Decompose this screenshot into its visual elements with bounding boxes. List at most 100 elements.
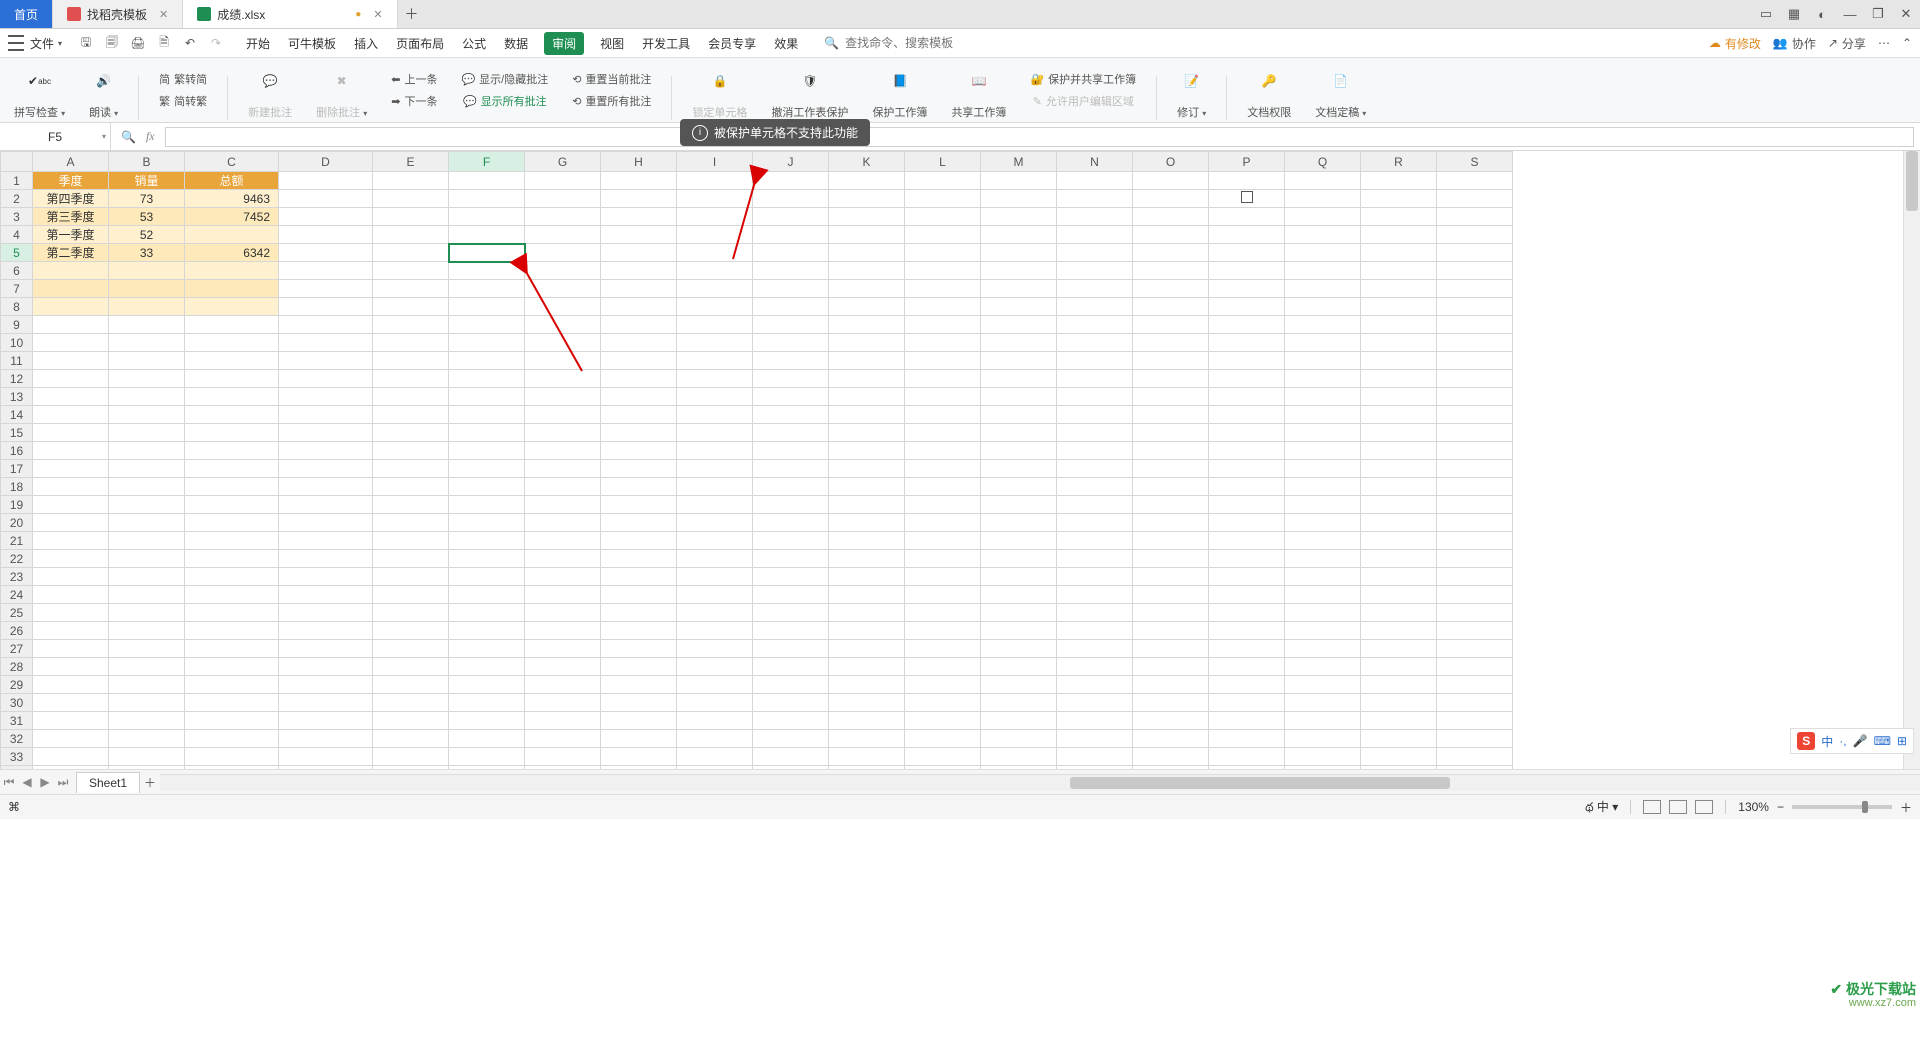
cell-O30[interactable] bbox=[1133, 694, 1209, 712]
cell-P29[interactable] bbox=[1209, 676, 1285, 694]
cell-C4[interactable] bbox=[185, 226, 279, 244]
cell-N20[interactable] bbox=[1057, 514, 1133, 532]
cell-D22[interactable] bbox=[279, 550, 373, 568]
cell-O4[interactable] bbox=[1133, 226, 1209, 244]
cell-A1[interactable]: 季度 bbox=[33, 172, 109, 190]
cell-G17[interactable] bbox=[525, 460, 601, 478]
cell-B11[interactable] bbox=[109, 352, 185, 370]
cell-K10[interactable] bbox=[829, 334, 905, 352]
cell-I23[interactable] bbox=[677, 568, 753, 586]
row-header-14[interactable]: 14 bbox=[1, 406, 33, 424]
cell-H21[interactable] bbox=[601, 532, 677, 550]
cell-P28[interactable] bbox=[1209, 658, 1285, 676]
cell-J16[interactable] bbox=[753, 442, 829, 460]
cell-G9[interactable] bbox=[525, 316, 601, 334]
cell-Q33[interactable] bbox=[1285, 748, 1361, 766]
cell-P21[interactable] bbox=[1209, 532, 1285, 550]
col-header-Q[interactable]: Q bbox=[1285, 152, 1361, 172]
cell-K33[interactable] bbox=[829, 748, 905, 766]
cell-R22[interactable] bbox=[1361, 550, 1437, 568]
cell-Q19[interactable] bbox=[1285, 496, 1361, 514]
cell-Q22[interactable] bbox=[1285, 550, 1361, 568]
cell-A14[interactable] bbox=[33, 406, 109, 424]
cell-I24[interactable] bbox=[677, 586, 753, 604]
view-page-icon[interactable] bbox=[1669, 800, 1687, 814]
cell-D26[interactable] bbox=[279, 622, 373, 640]
col-header-F[interactable]: F bbox=[449, 152, 525, 172]
cell-I32[interactable] bbox=[677, 730, 753, 748]
cell-D23[interactable] bbox=[279, 568, 373, 586]
col-header-R[interactable]: R bbox=[1361, 152, 1437, 172]
sheet-nav-prev[interactable]: ◀ bbox=[18, 775, 36, 789]
cell-G28[interactable] bbox=[525, 658, 601, 676]
cell-S6[interactable] bbox=[1437, 262, 1513, 280]
cell-C25[interactable] bbox=[185, 604, 279, 622]
cell-J29[interactable] bbox=[753, 676, 829, 694]
row-header-34[interactable]: 34 bbox=[1, 766, 33, 770]
cell-C21[interactable] bbox=[185, 532, 279, 550]
cell-Q29[interactable] bbox=[1285, 676, 1361, 694]
cell-D14[interactable] bbox=[279, 406, 373, 424]
cell-R13[interactable] bbox=[1361, 388, 1437, 406]
cell-R9[interactable] bbox=[1361, 316, 1437, 334]
row-header-17[interactable]: 17 bbox=[1, 460, 33, 478]
row-header-16[interactable]: 16 bbox=[1, 442, 33, 460]
col-header-E[interactable]: E bbox=[373, 152, 449, 172]
cell-I11[interactable] bbox=[677, 352, 753, 370]
maximize-button[interactable]: ❐ bbox=[1864, 0, 1892, 28]
cell-E16[interactable] bbox=[373, 442, 449, 460]
cell-J25[interactable] bbox=[753, 604, 829, 622]
cell-E29[interactable] bbox=[373, 676, 449, 694]
cell-K22[interactable] bbox=[829, 550, 905, 568]
cell-O22[interactable] bbox=[1133, 550, 1209, 568]
cell-J30[interactable] bbox=[753, 694, 829, 712]
col-header-G[interactable]: G bbox=[525, 152, 601, 172]
cell-E6[interactable] bbox=[373, 262, 449, 280]
cell-B6[interactable] bbox=[109, 262, 185, 280]
cell-R18[interactable] bbox=[1361, 478, 1437, 496]
cell-N1[interactable] bbox=[1057, 172, 1133, 190]
apps-icon[interactable]: ▦ bbox=[1780, 0, 1808, 28]
cell-H23[interactable] bbox=[601, 568, 677, 586]
cell-A30[interactable] bbox=[33, 694, 109, 712]
cell-C20[interactable] bbox=[185, 514, 279, 532]
cell-B14[interactable] bbox=[109, 406, 185, 424]
cell-C27[interactable] bbox=[185, 640, 279, 658]
cell-A19[interactable] bbox=[33, 496, 109, 514]
cell-A32[interactable] bbox=[33, 730, 109, 748]
cell-H6[interactable] bbox=[601, 262, 677, 280]
cell-R28[interactable] bbox=[1361, 658, 1437, 676]
close-icon[interactable]: ✕ bbox=[373, 8, 382, 21]
cell-B21[interactable] bbox=[109, 532, 185, 550]
cell-F5[interactable] bbox=[449, 244, 525, 262]
cell-H27[interactable] bbox=[601, 640, 677, 658]
cell-L8[interactable] bbox=[905, 298, 981, 316]
cell-Q6[interactable] bbox=[1285, 262, 1361, 280]
cell-H10[interactable] bbox=[601, 334, 677, 352]
cell-G6[interactable] bbox=[525, 262, 601, 280]
cell-F3[interactable] bbox=[449, 208, 525, 226]
cell-F9[interactable] bbox=[449, 316, 525, 334]
cell-F29[interactable] bbox=[449, 676, 525, 694]
cell-P6[interactable] bbox=[1209, 262, 1285, 280]
cell-E26[interactable] bbox=[373, 622, 449, 640]
cell-L26[interactable] bbox=[905, 622, 981, 640]
collapse-ribbon-icon[interactable]: ⌃ bbox=[1902, 36, 1912, 50]
tab-file[interactable]: 成绩.xlsx ● ✕ bbox=[183, 0, 397, 28]
cell-A4[interactable]: 第一季度 bbox=[33, 226, 109, 244]
cell-M27[interactable] bbox=[981, 640, 1057, 658]
cell-H1[interactable] bbox=[601, 172, 677, 190]
cell-I5[interactable] bbox=[677, 244, 753, 262]
cell-B33[interactable] bbox=[109, 748, 185, 766]
cell-L17[interactable] bbox=[905, 460, 981, 478]
view-break-icon[interactable] bbox=[1695, 800, 1713, 814]
cell-E11[interactable] bbox=[373, 352, 449, 370]
cell-R33[interactable] bbox=[1361, 748, 1437, 766]
cell-K9[interactable] bbox=[829, 316, 905, 334]
menu-effect[interactable]: 效果 bbox=[772, 31, 800, 56]
ime-settings-icon[interactable]: ⊞ bbox=[1897, 734, 1907, 748]
cell-S28[interactable] bbox=[1437, 658, 1513, 676]
search-fx-icon[interactable]: 🔍 bbox=[121, 130, 136, 144]
cell-E19[interactable] bbox=[373, 496, 449, 514]
cell-M3[interactable] bbox=[981, 208, 1057, 226]
